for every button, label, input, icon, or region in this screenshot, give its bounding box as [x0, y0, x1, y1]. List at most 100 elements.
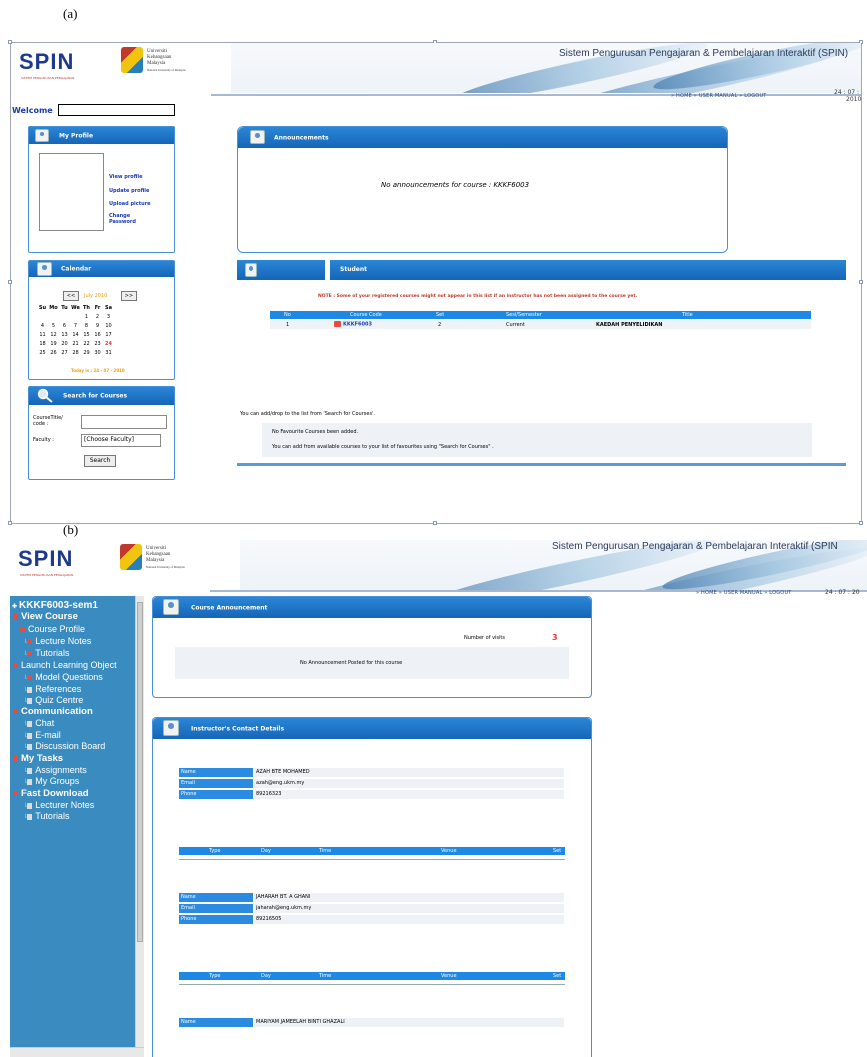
- sidebar-item-quiz-centre[interactable]: └ Quiz Centre: [23, 695, 83, 705]
- calendar-day[interactable]: 24: [103, 339, 114, 348]
- resize-handle[interactable]: [859, 521, 863, 525]
- calendar-day[interactable]: 6: [59, 321, 70, 330]
- weekday-label: Sa: [105, 304, 112, 311]
- calendar-day[interactable]: 17: [103, 330, 114, 339]
- ukm-name: Universiti Kebangsaan Malaysia National Uni…: [146, 546, 185, 569]
- calendar-day[interactable]: 13: [59, 330, 70, 339]
- calendar-day[interactable]: 26: [48, 348, 59, 357]
- calendar-day[interactable]: 30: [92, 348, 103, 357]
- section-icon: [13, 613, 18, 619]
- sidebar-item-e-mail[interactable]: └ E-mail: [23, 730, 61, 740]
- faculty-select[interactable]: [Choose Faculty]: [81, 434, 161, 447]
- calendar-day[interactable]: 31: [103, 348, 114, 357]
- sidebar-item-lecture-notes[interactable]: └ Lecture Notes: [23, 636, 91, 646]
- welcome-label: Welcome: [12, 106, 53, 115]
- contact-label-name: Name: [179, 893, 253, 902]
- calendar-day[interactable]: 1: [81, 312, 92, 321]
- calendar-day[interactable]: 25: [37, 348, 48, 357]
- search-courses-title: Search for Courses: [63, 392, 128, 400]
- calendar-day[interactable]: 20: [59, 339, 70, 348]
- view-profile-link[interactable]: View profile: [109, 174, 143, 180]
- sidebar-item-assignments[interactable]: └ Assignments: [23, 765, 87, 775]
- sidebar-item-tutorials[interactable]: └ Tutorials: [23, 811, 69, 821]
- sidebar-item-course-profile[interactable]: Course Profile: [20, 624, 85, 634]
- upload-picture-link[interactable]: Upload picture: [109, 201, 151, 207]
- calendar-day[interactable]: 27: [59, 348, 70, 357]
- resize-handle[interactable]: [859, 280, 863, 284]
- resize-handle[interactable]: [8, 280, 12, 284]
- contact-label-email: Email: [179, 904, 253, 913]
- prev-month-button[interactable]: <<: [63, 291, 79, 301]
- top-nav[interactable]: » HOME » USER MANUAL » LOGOUT: [696, 590, 792, 596]
- sidebar-item-fast-download[interactable]: Fast Download: [13, 788, 89, 799]
- schedule-table-header: Type Day Time Venue Set: [179, 847, 565, 855]
- instructor-contacts-title: Instructor's Contact Details: [191, 725, 285, 732]
- sidebar-item-my-tasks[interactable]: My Tasks: [13, 753, 63, 764]
- resize-handle[interactable]: [433, 521, 437, 525]
- sidebar-item-lecturer-notes[interactable]: └ Lecturer Notes: [23, 800, 94, 810]
- calendar-day[interactable]: 5: [48, 321, 59, 330]
- resize-handle[interactable]: [8, 521, 12, 525]
- header-semester: Sesi/Semester: [506, 312, 542, 318]
- favourites-none: No Favourite Courses been added.: [272, 429, 359, 435]
- calendar-day[interactable]: 10: [103, 321, 114, 330]
- sidebar-item-communication[interactable]: Communication: [13, 706, 93, 717]
- update-profile-link[interactable]: Update profile: [109, 188, 149, 194]
- divider: [179, 984, 565, 985]
- top-nav[interactable]: » HOME » USER MANUAL » LOGOUT: [671, 93, 767, 99]
- calendar-day[interactable]: 18: [37, 339, 48, 348]
- course-title-input[interactable]: [81, 415, 167, 429]
- weekday-label: We: [71, 304, 80, 311]
- calendar-day[interactable]: 28: [70, 348, 81, 357]
- sidebar-item-launch-learning-object[interactable]: Launch Learning Object: [13, 660, 117, 670]
- calendar-day[interactable]: 15: [81, 330, 92, 339]
- system-title: Sistem Pengurusan Pengajaran & Pembelaja…: [559, 48, 849, 59]
- folder-icon: [20, 627, 25, 633]
- calendar-day[interactable]: 23: [92, 339, 103, 348]
- scrollbar-thumb[interactable]: [137, 602, 143, 942]
- sidebar-item-model-questions[interactable]: └ Model Questions: [23, 672, 103, 682]
- favourites-hint: You can add from available courses to yo…: [272, 444, 494, 450]
- sidebar-item-references[interactable]: └ References: [23, 684, 81, 694]
- contact-label-phone: Phone: [179, 915, 253, 924]
- search-button[interactable]: Search: [84, 455, 116, 467]
- calendar-day[interactable]: 22: [81, 339, 92, 348]
- ukm-crest-icon: [121, 47, 143, 73]
- calendar-day[interactable]: 8: [81, 321, 92, 330]
- sidebar-item-kkkf6003-sem1[interactable]: ✚ KKKF6003-sem1: [12, 600, 98, 611]
- calendar-day[interactable]: 2: [92, 312, 103, 321]
- calendar-day[interactable]: 16: [92, 330, 103, 339]
- visits-count: 3: [552, 633, 558, 642]
- student-icon: [245, 263, 257, 277]
- calendar-day[interactable]: 11: [37, 330, 48, 339]
- contact-value-name: AZAH BTE MOHAMED: [254, 768, 564, 777]
- sidebar-hscrollbar[interactable]: [10, 1047, 144, 1057]
- sidebar-item-discussion-board[interactable]: └ Discussion Board: [23, 741, 105, 751]
- sidebar-item-tutorials[interactable]: └ Tutorials: [23, 648, 69, 658]
- weekday-label: Th: [83, 304, 90, 311]
- next-month-button[interactable]: >>: [121, 291, 137, 301]
- sidebar-scrollbar[interactable]: [135, 596, 144, 1057]
- sidebar-item-view-course[interactable]: View Course: [13, 611, 78, 622]
- sidebar-item-chat[interactable]: └ Chat: [23, 718, 54, 728]
- spin-logo-sub: SISTEM PENGURUSAN PENGAJARAN: [20, 573, 74, 577]
- calendar-day: [59, 312, 70, 321]
- calendar-day[interactable]: 7: [70, 321, 81, 330]
- calendar-day: [70, 312, 81, 321]
- change-password-link[interactable]: Change Password: [109, 213, 136, 225]
- course-icon: [334, 321, 341, 327]
- calendar-day[interactable]: 3: [103, 312, 114, 321]
- favourites-intro: You can add/drop to the list from 'Searc…: [240, 411, 376, 417]
- calendar-day[interactable]: 21: [70, 339, 81, 348]
- calendar-day[interactable]: 19: [48, 339, 59, 348]
- calendar-day[interactable]: 9: [92, 321, 103, 330]
- calendar-day[interactable]: 4: [37, 321, 48, 330]
- calendar-day[interactable]: 12: [48, 330, 59, 339]
- course-sidebar: ✚ KKKF6003-sem1 View Course Course Profile └…: [10, 596, 144, 1057]
- sidebar-item-my-groups[interactable]: └ My Groups: [23, 776, 79, 786]
- course-code-link[interactable]: KKKF6003: [334, 321, 372, 328]
- calendar-day[interactable]: 14: [70, 330, 81, 339]
- student-icon-block: [237, 260, 325, 280]
- calendar-day[interactable]: 29: [81, 348, 92, 357]
- my-profile-title: My Profile: [59, 132, 94, 139]
